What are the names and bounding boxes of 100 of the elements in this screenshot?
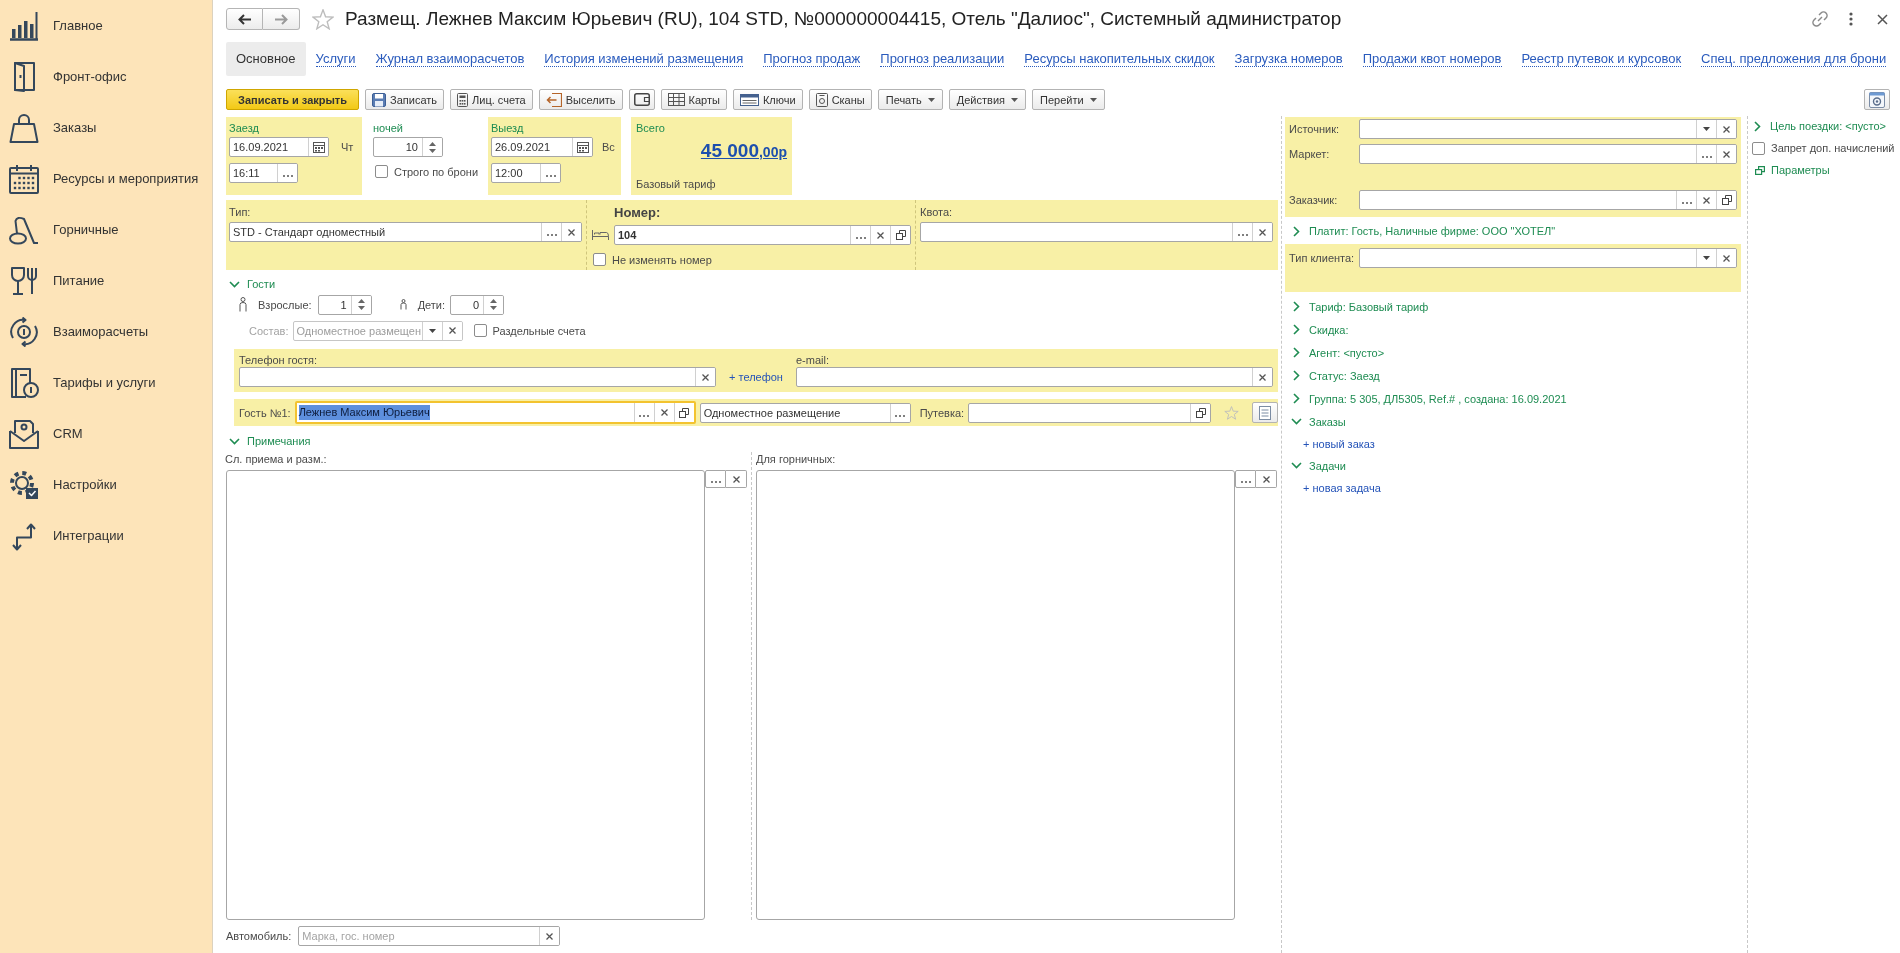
sidebar-item[interactable]: Ресурсы и мероприятия <box>0 153 212 204</box>
tab[interactable]: Ресурсы накопительных скидок <box>1014 42 1225 76</box>
checkbox[interactable] <box>593 253 606 266</box>
phone-field[interactable] <box>239 367 716 387</box>
adults-field[interactable]: 1 <box>317 294 372 315</box>
sidebar-item[interactable]: Тарифы и услуги <box>0 357 212 408</box>
section-toggle[interactable]: Гости <box>229 278 276 290</box>
section-toggle[interactable]: Скидка: <box>1291 323 1349 336</box>
open-button[interactable] <box>890 226 910 244</box>
spin-button[interactable] <box>483 295 504 314</box>
spin-button[interactable] <box>350 295 371 314</box>
sidebar-item[interactable]: Главное <box>0 0 212 51</box>
section-toggle[interactable]: Тариф: Базовый тариф <box>1291 300 1429 313</box>
checkbox[interactable] <box>1752 141 1765 155</box>
choice-button[interactable] <box>705 470 726 488</box>
tab[interactable]: Спец. предложения для брони <box>1691 42 1897 76</box>
choice-button[interactable] <box>540 164 560 182</box>
sidebar-item[interactable]: Горничные <box>0 204 212 255</box>
section-toggle[interactable]: Платит: Гость, Наличные фирме: ООО "ХОТЕЛ" <box>1291 223 1556 239</box>
section-toggle[interactable]: Примечания <box>229 435 311 447</box>
spin-button[interactable] <box>422 138 442 156</box>
wallet-button[interactable] <box>628 89 655 110</box>
tab[interactable]: Услуги <box>305 42 366 76</box>
email-field[interactable] <box>796 367 1273 387</box>
add-phone-link[interactable]: + телефон <box>729 371 783 383</box>
clear-button[interactable] <box>1252 368 1272 386</box>
sidebar-item[interactable]: Питание <box>0 255 212 306</box>
tab[interactable]: Продажи квот номеров <box>1352 42 1512 76</box>
close-icon[interactable] <box>1877 13 1888 25</box>
star-icon[interactable] <box>1224 405 1240 420</box>
tab[interactable]: Журнал взаиморасчетов <box>365 42 535 76</box>
market-field[interactable] <box>1359 144 1737 164</box>
primary-button[interactable]: Записать и закрыть <box>226 89 360 110</box>
voucher-field[interactable] <box>968 402 1212 423</box>
sidebar-item[interactable]: Настройки <box>0 459 212 510</box>
clear-button[interactable] <box>1252 223 1272 241</box>
sidebar-item[interactable]: Интеграции <box>0 510 212 561</box>
open-button[interactable] <box>1716 191 1736 209</box>
section-toggle[interactable]: Задачи <box>1291 459 1346 472</box>
notes-field[interactable] <box>756 470 1235 920</box>
guest-name-field[interactable]: Лежнев Максим Юрьевич <box>294 401 696 424</box>
tab[interactable]: Прогноз продаж <box>753 42 871 76</box>
more-icon[interactable] <box>1849 12 1853 26</box>
toolbar-button[interactable]: Выселить <box>538 89 623 110</box>
nights-field[interactable]: 10 <box>373 137 443 157</box>
clear-button[interactable] <box>1716 120 1736 138</box>
section-toggle[interactable]: Заказы <box>1291 415 1346 428</box>
calendar-button[interactable] <box>308 138 328 156</box>
clear-button[interactable] <box>726 470 747 488</box>
menu-button[interactable]: Печать <box>877 89 943 110</box>
clear-button[interactable] <box>539 927 560 945</box>
open-button[interactable] <box>1190 403 1211 422</box>
menu-button[interactable]: Перейти <box>1032 89 1105 110</box>
tab[interactable]: История изменений размещения <box>534 42 754 76</box>
room-type-field[interactable]: STD - Стандарт одноместный <box>229 222 582 242</box>
settings-button[interactable] <box>1864 89 1890 110</box>
time-field[interactable]: 12:00 <box>491 163 561 183</box>
notes-field[interactable] <box>226 470 705 920</box>
checkbox[interactable] <box>375 165 388 178</box>
date-field[interactable]: 26.09.2021 <box>491 137 593 157</box>
clear-button[interactable] <box>1716 249 1736 267</box>
toolbar-button[interactable]: Записать <box>365 89 445 110</box>
date-field[interactable]: 16.09.2021 <box>229 137 329 157</box>
add-link[interactable]: + новая задача <box>1303 481 1381 494</box>
checkbox[interactable] <box>473 324 487 337</box>
toolbar-button[interactable]: Лиц. счета <box>450 89 533 110</box>
section-toggle[interactable]: Статус: Заезд <box>1291 369 1380 382</box>
section-toggle[interactable]: Цель поездки: <пусто> <box>1752 120 1887 132</box>
tab[interactable]: Загрузка номеров <box>1224 42 1353 76</box>
section-toggle[interactable]: Группа: 5 305, ДЛ5305, Ref.# , создана: 16.09.2021 <box>1291 392 1567 405</box>
choice-button[interactable] <box>277 164 297 182</box>
link-icon[interactable] <box>1812 11 1828 27</box>
total-amount-link[interactable]: 45 000,00р <box>700 140 787 163</box>
back-button[interactable] <box>226 8 263 30</box>
choice-button[interactable] <box>1235 470 1256 488</box>
accommodation-field[interactable]: Одноместное размещение <box>699 402 911 423</box>
calendar-button[interactable] <box>572 138 592 156</box>
star-icon[interactable] <box>312 8 334 30</box>
quota-field[interactable] <box>920 222 1273 242</box>
parameters-link[interactable]: Параметры <box>1755 164 1830 176</box>
section-toggle[interactable]: Агент: <пусто> <box>1291 346 1385 359</box>
document-button[interactable] <box>1252 402 1279 423</box>
customer-field[interactable] <box>1359 190 1737 210</box>
tab[interactable]: Прогноз реализации <box>870 42 1015 76</box>
children-field[interactable]: 0 <box>450 294 505 315</box>
choice-button[interactable] <box>889 403 910 422</box>
clear-button[interactable] <box>695 368 715 386</box>
room-number-field[interactable]: 104 <box>614 225 911 245</box>
clear-button[interactable] <box>1256 470 1277 488</box>
tab[interactable]: Реестр путевок и курсовок <box>1511 42 1692 76</box>
clear-button[interactable] <box>561 223 581 241</box>
clear-button[interactable] <box>1716 145 1736 163</box>
toolbar-button[interactable]: Карты <box>660 89 727 110</box>
menu-button[interactable]: Действия <box>948 89 1026 110</box>
sidebar-item[interactable]: Фронт-офис <box>0 51 212 102</box>
sidebar-item[interactable]: Взаиморасчеты <box>0 306 212 357</box>
add-link[interactable]: + новый заказ <box>1303 437 1375 450</box>
tab[interactable]: Основное <box>226 42 306 76</box>
toolbar-button[interactable]: Сканы <box>808 89 872 110</box>
toolbar-button[interactable]: Ключи <box>732 89 803 110</box>
